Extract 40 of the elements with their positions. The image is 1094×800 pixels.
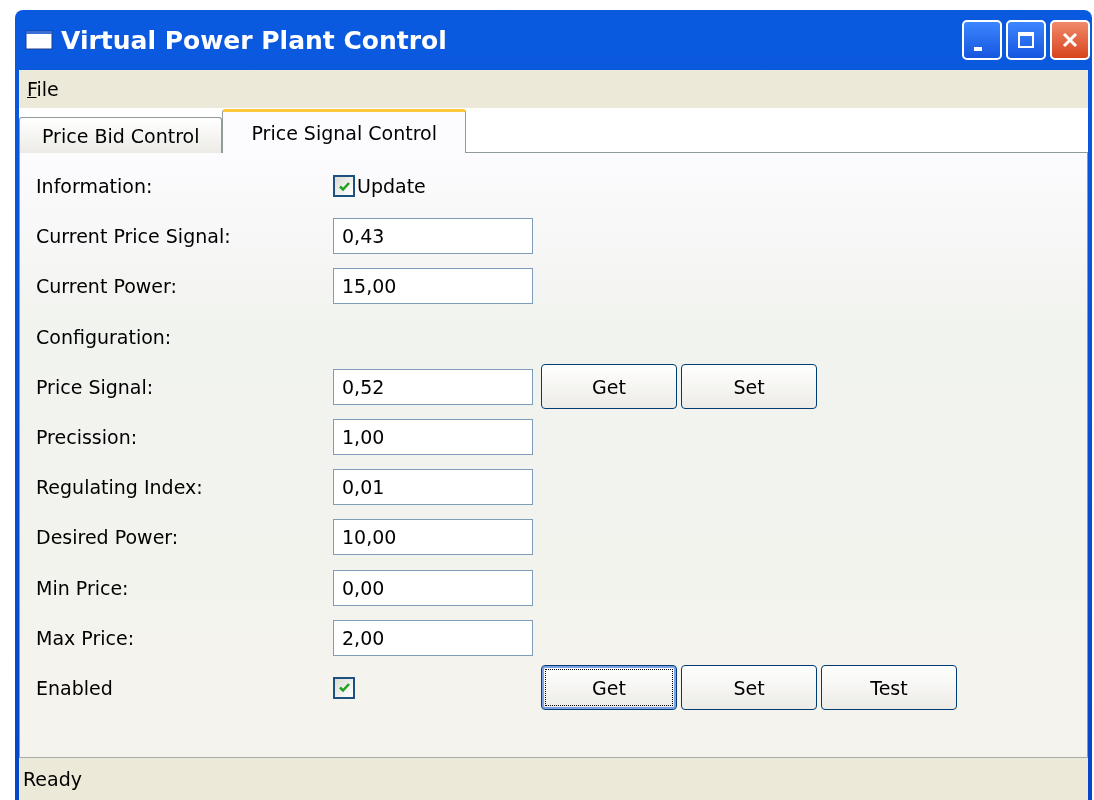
field-label: Desired Power: — [36, 526, 180, 549]
check-icon — [337, 681, 351, 695]
field-label: Price Signal: — [36, 375, 155, 398]
action-button[interactable]: Set — [681, 364, 817, 410]
action-button[interactable]: Test — [821, 665, 957, 711]
menu-item[interactable]: File — [27, 78, 59, 100]
field-label: Precission: — [36, 426, 139, 449]
checkbox[interactable] — [333, 175, 355, 198]
maximize-icon — [1017, 31, 1035, 49]
minimize-button[interactable] — [962, 20, 1002, 60]
field-label: Min Price: — [36, 576, 130, 599]
field-label: Regulating Index: — [36, 476, 204, 499]
tab[interactable]: Price Signal Control — [222, 109, 466, 153]
field-label: Max Price: — [36, 626, 136, 649]
input-field[interactable]: 10,00 — [333, 519, 533, 556]
action-button[interactable]: Get — [541, 665, 677, 711]
field-label: Information: — [36, 175, 154, 198]
window-title: Virtual Power Plant Control — [61, 25, 447, 55]
action-button[interactable]: Set — [681, 665, 817, 711]
input-field[interactable]: 0,52 — [333, 368, 533, 405]
input-field[interactable]: 0,00 — [333, 569, 533, 606]
input-field[interactable]: 0,43 — [333, 218, 533, 255]
maximize-button[interactable] — [1006, 20, 1046, 60]
tab[interactable]: Price Bid Control — [19, 117, 223, 153]
input-field[interactable]: 1,00 — [333, 419, 533, 456]
action-button[interactable]: Get — [541, 364, 677, 410]
field-label: Current Power: — [36, 275, 178, 298]
input-field[interactable]: 2,00 — [333, 619, 533, 656]
input-field[interactable]: 15,00 — [333, 268, 533, 305]
status-text: Ready — [23, 768, 82, 790]
checkbox-label[interactable]: Update — [357, 175, 426, 198]
checkbox[interactable] — [333, 676, 355, 699]
close-icon — [1061, 31, 1079, 49]
close-button[interactable] — [1050, 20, 1090, 60]
minimize-icon — [974, 47, 982, 51]
field-label: Current Price Signal: — [36, 225, 232, 248]
field-label: Configuration: — [36, 325, 173, 348]
input-field[interactable]: 0,01 — [333, 469, 533, 506]
window-icon — [25, 30, 53, 50]
field-label: Enabled — [36, 676, 114, 699]
